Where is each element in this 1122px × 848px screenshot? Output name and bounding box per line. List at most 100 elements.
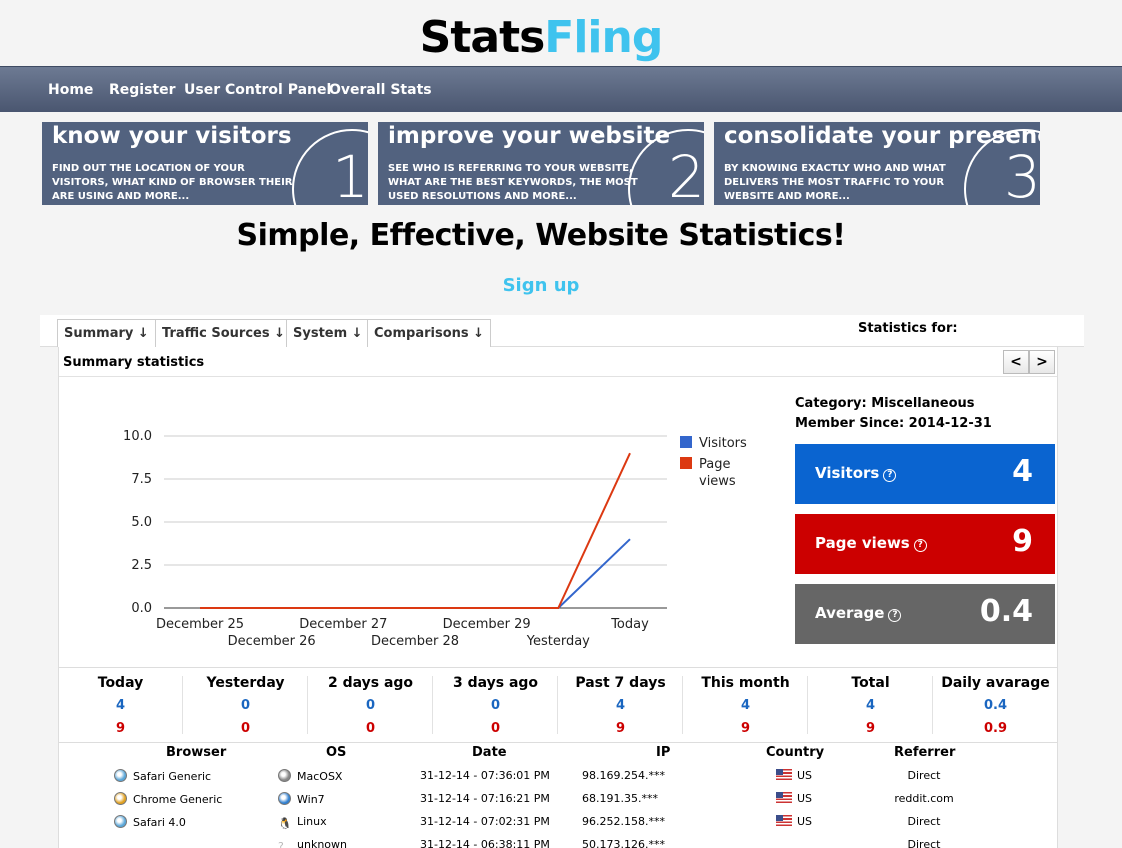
y-tick-label: 0.0 [131, 601, 152, 616]
period-visitors-value: 4 [115, 698, 126, 713]
table-row[interactable]: Safari Generic MacOSX 31-12-14 - 07:36:01 … [58, 765, 1058, 788]
period-column: Daily avarage 0.4 0.9 [933, 668, 1058, 742]
period-summary-table: Today 4 9 Yesterday 0 0 2 days ago 0 0 3 days ago… [58, 668, 1058, 742]
tab-comparisons[interactable]: Comparisons ↓ [367, 319, 492, 347]
banner-description: By knowing exactly who and what delivers… [724, 163, 946, 202]
ip-cell: 50.173.126.*** [582, 838, 665, 848]
linux-icon: 🐧 [278, 817, 292, 830]
windows-icon [278, 792, 291, 805]
period-column: Yesterday 0 0 [183, 668, 308, 742]
os-cell: MacOSX [278, 769, 342, 783]
table-row[interactable]: Safari 4.0 🐧 Linux 31-12-14 - 07:02:31 PM 96… [58, 811, 1058, 834]
legend-swatch [680, 457, 692, 469]
legend-label: Visitors [699, 436, 747, 451]
table-row[interactable]: ? unknown 31-12-14 - 06:38:11 PM 50.173.126… [58, 834, 1058, 848]
period-header: Total [851, 675, 890, 691]
period-pageviews-value: 0 [365, 721, 376, 736]
visitors-value: 4 [1012, 454, 1033, 489]
x-tick-label: December 26 [228, 634, 316, 649]
browser-cell: Chrome Generic [114, 792, 222, 806]
divider [58, 742, 1058, 743]
os-cell: Win7 [278, 792, 325, 806]
average-stat-box: Average? 0.4 [795, 584, 1055, 644]
date-cell: 31-12-14 - 07:02:31 PM [420, 815, 550, 828]
referrer-cell: Direct [907, 815, 941, 828]
period-column: Past 7 days 4 9 [558, 668, 683, 742]
x-tick-label: Today [610, 617, 649, 632]
date-cell: 31-12-14 - 07:16:21 PM [420, 792, 550, 805]
period-column: Total 4 9 [808, 668, 933, 742]
period-header: 3 days ago [452, 675, 539, 691]
banner-description: Find out the location of your visitors, … [52, 163, 293, 202]
period-visitors-value: 0 [365, 698, 376, 713]
series-line-page-views [200, 452, 631, 609]
pageviews-value: 9 [1012, 524, 1033, 559]
y-tick-label: 5.0 [131, 515, 152, 530]
period-column: Today 4 9 [58, 668, 183, 742]
table-header-country: Country [766, 745, 825, 760]
referrer-cell: Direct [907, 838, 941, 848]
period-pageviews-value: 0.9 [983, 721, 1008, 736]
statistics-for-label: Statistics for: [858, 321, 958, 336]
page-headline: Simple, Effective, Website Statistics! [236, 218, 846, 253]
help-icon[interactable]: ? [883, 469, 897, 482]
period-visitors-value: 4 [615, 698, 626, 713]
category-label: Category: Miscellaneous [795, 396, 975, 411]
period-visitors-value: 4 [740, 698, 751, 713]
safari-icon [114, 815, 127, 828]
ip-cell: 96.252.158.*** [582, 815, 665, 828]
nav-user-control-panel-link[interactable]: User Control Panel [184, 67, 331, 113]
prev-button[interactable]: < [1003, 350, 1029, 374]
table-header-referrer: Referrer [894, 745, 956, 760]
table-header-ip: IP [656, 745, 671, 760]
referrer-cell: Direct [907, 769, 941, 782]
os-cell: ? unknown [278, 838, 347, 848]
nav-home-link[interactable]: Home [48, 67, 93, 113]
banner-title: improve your website [388, 123, 671, 149]
site-logo[interactable]: StatsFling [0, 10, 1082, 66]
average-label: Average [815, 604, 885, 622]
table-row[interactable]: Chrome Generic Win7 31-12-14 - 07:16:21 PM… [58, 788, 1058, 811]
table-header-date: Date [472, 745, 507, 760]
legend-label: views [699, 474, 736, 489]
site-info: Category: Miscellaneous Member Since: 20… [795, 394, 992, 434]
us-flag-icon [776, 815, 792, 826]
panel-title: Summary statistics [63, 355, 205, 370]
help-icon[interactable]: ? [913, 539, 927, 552]
signup-link[interactable]: Sign up [0, 275, 1082, 296]
country-cell: US [776, 792, 812, 805]
y-tick-label: 7.5 [131, 472, 152, 487]
visitors-label: Visitors [815, 464, 880, 482]
tab-traffic-sources[interactable]: Traffic Sources ↓ [155, 319, 292, 347]
divider [59, 376, 1057, 377]
period-header: Daily avarage [941, 675, 1050, 691]
period-visitors-value: 0 [240, 698, 251, 713]
tab-system[interactable]: System ↓ [286, 319, 370, 347]
pageviews-label: Page views [815, 534, 910, 552]
banner-number: 1 [332, 143, 368, 205]
help-icon[interactable]: ? [888, 609, 902, 622]
legend-label: Page [699, 457, 730, 472]
average-value: 0.4 [979, 594, 1033, 629]
table-header-os: OS [326, 745, 347, 760]
mac-icon [278, 769, 291, 782]
browser-cell: Safari Generic [114, 769, 211, 783]
period-pageviews-value: 9 [615, 721, 626, 736]
banner-number: 3 [1004, 143, 1040, 205]
nav-register-link[interactable]: Register [109, 67, 176, 113]
x-tick-label: December 25 [156, 617, 244, 632]
banner-number: 2 [668, 143, 704, 205]
tab-summary[interactable]: Summary ↓ [57, 319, 156, 347]
period-column: 2 days ago 0 0 [308, 668, 433, 742]
browser-cell: Safari 4.0 [114, 815, 186, 829]
period-pageviews-value: 0 [240, 721, 251, 736]
ip-cell: 98.169.254.*** [582, 769, 665, 782]
unknown-icon: ? [278, 840, 284, 848]
period-header: 2 days ago [327, 675, 414, 691]
x-tick-label: December 27 [299, 617, 387, 632]
period-header: Past 7 days [575, 675, 666, 691]
banner-know-visitors: know your visitors Find out the location… [42, 122, 368, 205]
next-button[interactable]: > [1029, 350, 1055, 374]
nav-overall-stats-link[interactable]: Overall Stats [329, 67, 432, 113]
logo-part-stats: Stats [419, 12, 546, 63]
